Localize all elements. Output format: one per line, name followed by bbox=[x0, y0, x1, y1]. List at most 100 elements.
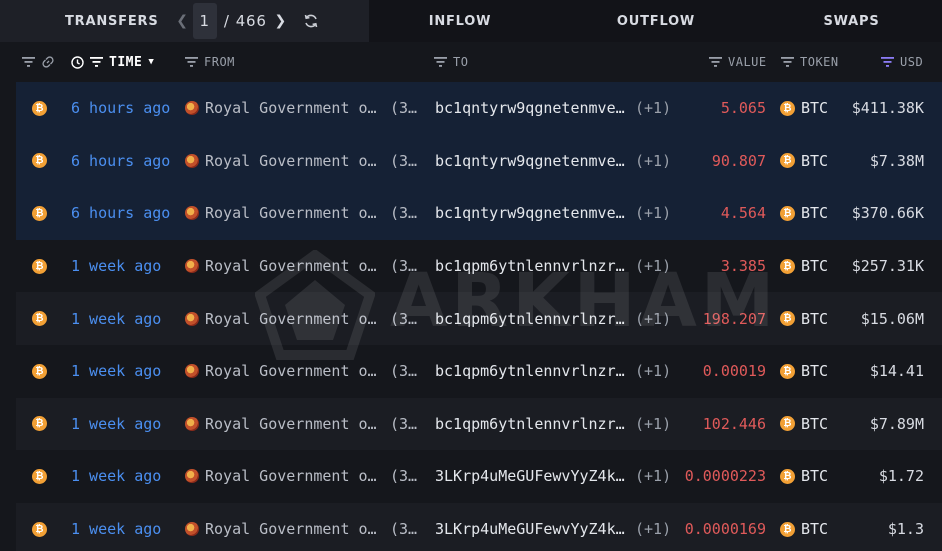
token-cell[interactable]: ₿ BTC bbox=[780, 503, 828, 551]
to-cell[interactable]: bc1qpm6ytnlennvrlnzr… bbox=[435, 292, 625, 345]
time-link[interactable]: 1 week ago bbox=[71, 467, 161, 485]
from-count[interactable]: (3… bbox=[390, 99, 417, 117]
from-count-cell[interactable]: (3… bbox=[390, 345, 417, 398]
filter-icon[interactable] bbox=[22, 57, 35, 67]
next-page-icon[interactable]: ❯ bbox=[273, 13, 289, 29]
time-cell[interactable]: 1 week ago bbox=[71, 450, 161, 503]
from-entity-link[interactable]: Royal Government o… bbox=[205, 204, 377, 222]
to-cell[interactable]: bc1qpm6ytnlennvrlnzr… bbox=[435, 398, 625, 451]
to-address-link[interactable]: bc1qpm6ytnlennvrlnzr… bbox=[435, 415, 625, 433]
token-cell[interactable]: ₿ BTC bbox=[780, 398, 828, 451]
filter-icon[interactable] bbox=[185, 57, 198, 67]
sort-desc-icon[interactable]: ▼ bbox=[148, 57, 154, 67]
from-cell[interactable]: Royal Government o… bbox=[185, 82, 377, 135]
filter-icon[interactable] bbox=[434, 57, 447, 67]
time-cell[interactable]: 1 week ago bbox=[71, 292, 161, 345]
table-row[interactable]: ₿ 1 week ago Royal Government o… (3… 3LK… bbox=[16, 502, 942, 551]
from-entity-link[interactable]: Royal Government o… bbox=[205, 310, 377, 328]
table-row[interactable]: ₿ 1 week ago Royal Government o… (3… 3LK… bbox=[16, 450, 942, 503]
time-link[interactable]: 1 week ago bbox=[71, 362, 161, 380]
from-entity-link[interactable]: Royal Government o… bbox=[205, 415, 377, 433]
token-cell[interactable]: ₿ BTC bbox=[780, 82, 828, 135]
tab-transfers[interactable]: TRANSFERS ❮ 1 / 466 ❯ bbox=[0, 0, 369, 42]
from-count-cell[interactable]: (3… bbox=[390, 398, 417, 451]
to-address-link[interactable]: 3LKrp4uMeGUFewvYyZ4k… bbox=[435, 520, 625, 538]
from-count[interactable]: (3… bbox=[390, 310, 417, 328]
to-address-link[interactable]: bc1qntyrw9qgnetenmve… bbox=[435, 204, 625, 222]
time-cell[interactable]: 1 week ago bbox=[71, 398, 161, 451]
to-cell[interactable]: 3LKrp4uMeGUFewvYyZ4k… bbox=[435, 503, 625, 551]
filter-icon[interactable] bbox=[781, 57, 794, 67]
from-cell[interactable]: Royal Government o… bbox=[185, 345, 377, 398]
from-count[interactable]: (3… bbox=[390, 152, 417, 170]
table-row[interactable]: ₿ 1 week ago Royal Government o… (3… bc1… bbox=[16, 397, 942, 451]
tab-inflow[interactable]: INFLOW bbox=[369, 0, 551, 42]
time-link[interactable]: 1 week ago bbox=[71, 310, 161, 328]
to-address-link[interactable]: bc1qntyrw9qgnetenmve… bbox=[435, 99, 625, 117]
to-cell[interactable]: 3LKrp4uMeGUFewvYyZ4k… bbox=[435, 450, 625, 503]
token-cell[interactable]: ₿ BTC bbox=[780, 292, 828, 345]
from-cell[interactable]: Royal Government o… bbox=[185, 240, 377, 293]
from-entity-link[interactable]: Royal Government o… bbox=[205, 520, 377, 538]
from-entity-link[interactable]: Royal Government o… bbox=[205, 99, 377, 117]
token-cell[interactable]: ₿ BTC bbox=[780, 135, 828, 188]
prev-page-icon[interactable]: ❮ bbox=[175, 13, 191, 29]
from-count-cell[interactable]: (3… bbox=[390, 135, 417, 188]
tab-swaps[interactable]: SWAPS bbox=[761, 0, 942, 42]
table-row[interactable]: ₿ 6 hours ago Royal Government o… (3… bc… bbox=[16, 82, 942, 135]
time-cell[interactable]: 6 hours ago bbox=[71, 187, 170, 240]
from-entity-link[interactable]: Royal Government o… bbox=[205, 467, 377, 485]
from-entity-link[interactable]: Royal Government o… bbox=[205, 362, 377, 380]
from-cell[interactable]: Royal Government o… bbox=[185, 503, 377, 551]
value-column-header[interactable]: VALUE bbox=[709, 42, 767, 82]
to-cell[interactable]: bc1qpm6ytnlennvrlnzr… bbox=[435, 345, 625, 398]
to-address-link[interactable]: bc1qntyrw9qgnetenmve… bbox=[435, 152, 625, 170]
to-cell[interactable]: bc1qntyrw9qgnetenmve… bbox=[435, 82, 625, 135]
from-count-cell[interactable]: (3… bbox=[390, 82, 417, 135]
to-address-link[interactable]: bc1qpm6ytnlennvrlnzr… bbox=[435, 362, 625, 380]
time-column-header[interactable]: TIME ▼ bbox=[71, 42, 154, 82]
time-link[interactable]: 1 week ago bbox=[71, 257, 161, 275]
time-cell[interactable]: 1 week ago bbox=[71, 240, 161, 293]
from-cell[interactable]: Royal Government o… bbox=[185, 292, 377, 345]
page-number-input[interactable]: 1 bbox=[192, 3, 217, 39]
from-cell[interactable]: Royal Government o… bbox=[185, 187, 377, 240]
from-count-cell[interactable]: (3… bbox=[390, 450, 417, 503]
time-cell[interactable]: 1 week ago bbox=[71, 503, 161, 551]
time-link[interactable]: 6 hours ago bbox=[71, 152, 170, 170]
time-link[interactable]: 6 hours ago bbox=[71, 99, 170, 117]
time-link[interactable]: 1 week ago bbox=[71, 415, 161, 433]
token-cell[interactable]: ₿ BTC bbox=[780, 345, 828, 398]
from-cell[interactable]: Royal Government o… bbox=[185, 135, 377, 188]
from-entity-link[interactable]: Royal Government o… bbox=[205, 257, 377, 275]
table-row[interactable]: ₿ 1 week ago Royal Government o… (3… bc1… bbox=[16, 239, 942, 293]
from-count-cell[interactable]: (3… bbox=[390, 503, 417, 551]
from-count[interactable]: (3… bbox=[390, 520, 417, 538]
from-cell[interactable]: Royal Government o… bbox=[185, 450, 377, 503]
to-cell[interactable]: bc1qntyrw9qgnetenmve… bbox=[435, 135, 625, 188]
to-cell[interactable]: bc1qntyrw9qgnetenmve… bbox=[435, 187, 625, 240]
from-count[interactable]: (3… bbox=[390, 467, 417, 485]
from-entity-link[interactable]: Royal Government o… bbox=[205, 152, 377, 170]
table-row[interactable]: ₿ 6 hours ago Royal Government o… (3… bc… bbox=[16, 134, 942, 188]
time-cell[interactable]: 6 hours ago bbox=[71, 135, 170, 188]
from-count[interactable]: (3… bbox=[390, 362, 417, 380]
time-cell[interactable]: 6 hours ago bbox=[71, 82, 170, 135]
time-link[interactable]: 1 week ago bbox=[71, 520, 161, 538]
link-filter-header[interactable] bbox=[22, 42, 55, 82]
from-column-header[interactable]: FROM bbox=[185, 42, 235, 82]
token-cell[interactable]: ₿ BTC bbox=[780, 240, 828, 293]
usd-column-header[interactable]: USD bbox=[881, 42, 923, 82]
time-link[interactable]: 6 hours ago bbox=[71, 204, 170, 222]
token-column-header[interactable]: TOKEN bbox=[781, 42, 839, 82]
filter-active-icon[interactable] bbox=[881, 57, 894, 67]
from-count-cell[interactable]: (3… bbox=[390, 240, 417, 293]
from-count[interactable]: (3… bbox=[390, 415, 417, 433]
token-cell[interactable]: ₿ BTC bbox=[780, 450, 828, 503]
from-count-cell[interactable]: (3… bbox=[390, 292, 417, 345]
to-address-link[interactable]: 3LKrp4uMeGUFewvYyZ4k… bbox=[435, 467, 625, 485]
time-cell[interactable]: 1 week ago bbox=[71, 345, 161, 398]
from-cell[interactable]: Royal Government o… bbox=[185, 398, 377, 451]
table-row[interactable]: ₿ 1 week ago Royal Government o… (3… bc1… bbox=[16, 292, 942, 345]
to-column-header[interactable]: TO bbox=[434, 42, 468, 82]
